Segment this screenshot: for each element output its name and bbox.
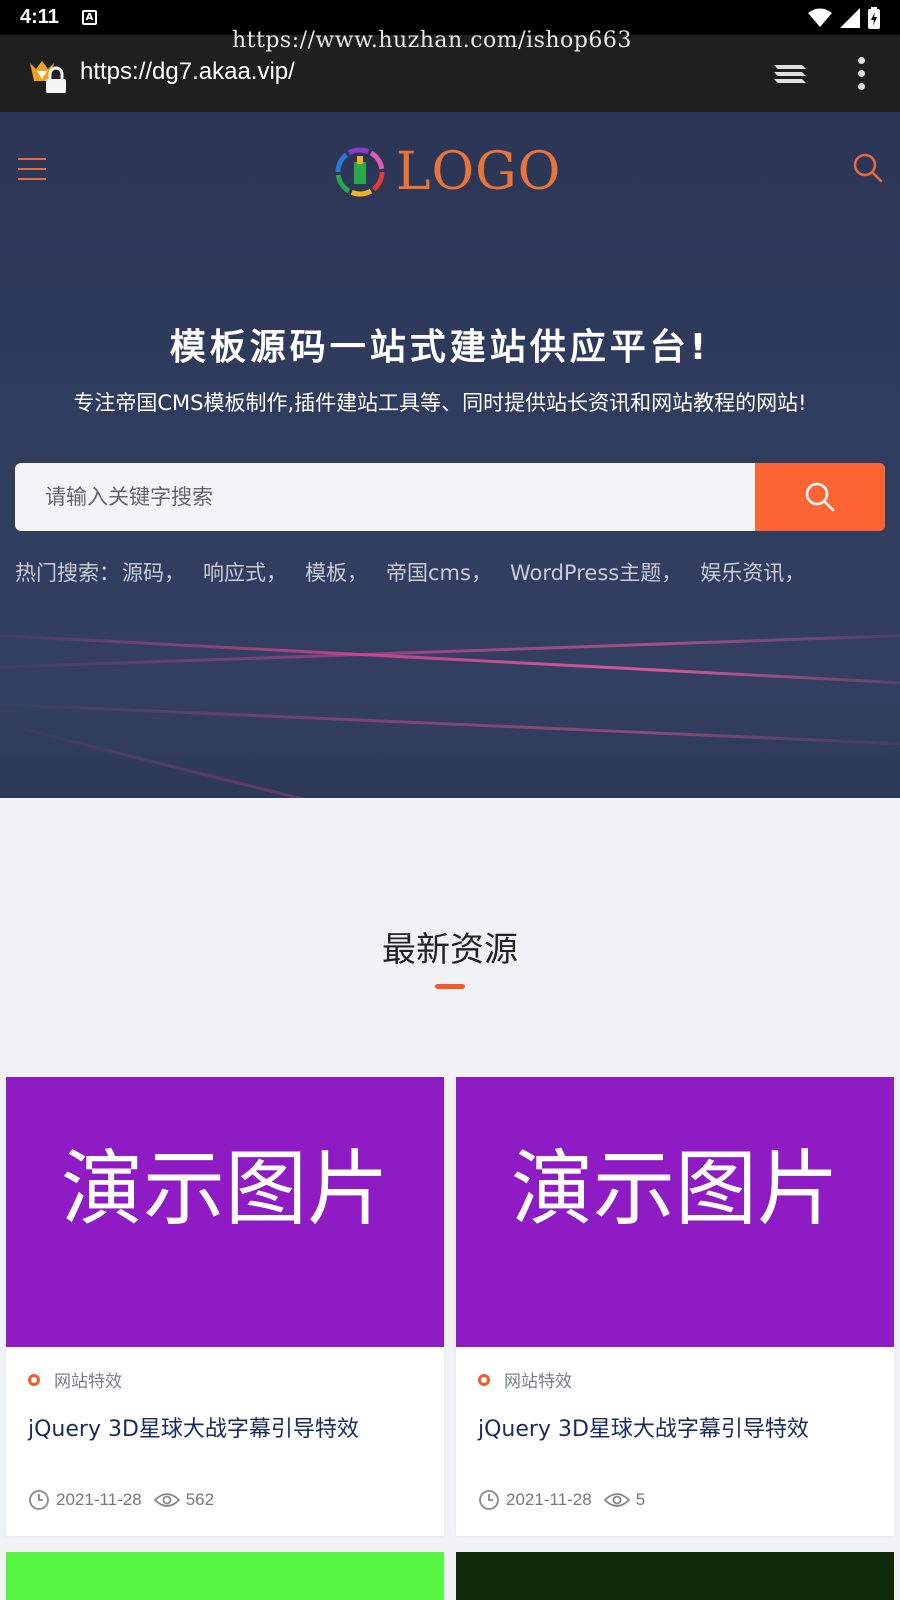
card-date: 2021-11-28 xyxy=(56,1490,142,1509)
logo-emblem-icon xyxy=(335,147,385,197)
notification-badge: A xyxy=(82,10,97,25)
search-icon[interactable] xyxy=(852,152,884,188)
eye-icon xyxy=(153,1493,180,1507)
clock-icon xyxy=(479,1490,499,1510)
hot-search-link[interactable]: 帝国cms， xyxy=(386,557,492,587)
more-icon[interactable] xyxy=(856,57,866,93)
status-time: 4:11 xyxy=(20,6,59,28)
watermark-text: https://www.huzhan.com/ishop663 xyxy=(232,28,632,53)
search-box xyxy=(15,463,885,531)
hero-title: 模板源码一站式建站供应平台! xyxy=(169,327,711,368)
thumbnail-text: 演示图片 xyxy=(510,1141,839,1237)
category-dot-icon xyxy=(28,1373,40,1386)
category-label: 网站特效 xyxy=(504,1372,572,1392)
section-title: 最新资源 xyxy=(382,930,518,970)
resource-card-thumbnail[interactable] xyxy=(456,1552,894,1600)
hot-search-link[interactable]: 娱乐资讯， xyxy=(700,557,805,587)
signal-icon xyxy=(840,8,860,28)
battery-icon xyxy=(868,7,880,29)
thumbnail-text: 演示图片 xyxy=(60,1141,389,1237)
menu-icon[interactable] xyxy=(18,158,46,180)
hot-search-link[interactable]: 响应式， xyxy=(203,557,287,587)
hero-band xyxy=(0,702,900,798)
card-views: 562 xyxy=(185,1490,215,1509)
search-button[interactable] xyxy=(755,463,885,531)
site-logo[interactable]: LOGO xyxy=(332,142,561,202)
logo-text: LOGO xyxy=(396,142,562,202)
search-icon xyxy=(805,482,835,512)
hot-search-link[interactable]: 源码， xyxy=(122,557,185,587)
card-title[interactable]: jQuery 3D星球大战字幕引导特效 xyxy=(28,1411,359,1443)
card-views: 5 xyxy=(635,1490,646,1509)
category-label: 网站特效 xyxy=(54,1372,122,1392)
hot-search-link[interactable]: WordPress主题， xyxy=(510,557,682,587)
card-category[interactable]: 网站特效 xyxy=(478,1367,572,1392)
resource-card[interactable]: 演示图片 网站特效 jQuery 3D星球大战字幕引导特效 2021-11-28… xyxy=(456,1077,894,1536)
hot-search-link[interactable]: 模板， xyxy=(305,557,368,587)
card-date: 2021-11-28 xyxy=(506,1490,592,1509)
card-meta: 2021-11-28 562 xyxy=(28,1489,214,1511)
card-thumbnail[interactable]: 演示图片 xyxy=(456,1077,894,1347)
hero-section: LOGO 模板源码一站式建站供应平台! 专注帝国CMS模板制作,插件建站工具等、… xyxy=(0,112,900,798)
hero-subtitle: 专注帝国CMS模板制作,插件建站工具等、同时提供站长资讯和网站教程的网站! xyxy=(73,391,807,415)
card-title[interactable]: jQuery 3D星球大战字幕引导特效 xyxy=(478,1411,809,1443)
eye-icon xyxy=(603,1493,630,1507)
resource-card-thumbnail[interactable] xyxy=(6,1552,444,1600)
site-favicon-icon xyxy=(28,59,68,95)
clock-icon xyxy=(29,1490,49,1510)
hot-searches: 热门搜索： 源码， 响应式， 模板， 帝国cms， WordPress主题， 娱… xyxy=(15,557,805,587)
hot-searches-label: 热门搜索： xyxy=(15,561,120,585)
section-underline xyxy=(435,984,465,989)
category-dot-icon xyxy=(478,1373,490,1386)
status-icons xyxy=(808,7,880,29)
wifi-icon xyxy=(808,8,832,27)
url-field[interactable]: https://dg7.akaa.vip/ xyxy=(80,58,295,86)
card-thumbnail[interactable]: 演示图片 xyxy=(6,1077,444,1347)
card-meta: 2021-11-28 5 xyxy=(478,1489,645,1511)
hero-streak xyxy=(0,632,900,670)
resource-card[interactable]: 演示图片 网站特效 jQuery 3D星球大战字幕引导特效 2021-11-28… xyxy=(6,1077,444,1536)
search-input[interactable] xyxy=(15,463,755,531)
tabs-icon[interactable] xyxy=(772,59,808,91)
card-category[interactable]: 网站特效 xyxy=(28,1367,122,1392)
